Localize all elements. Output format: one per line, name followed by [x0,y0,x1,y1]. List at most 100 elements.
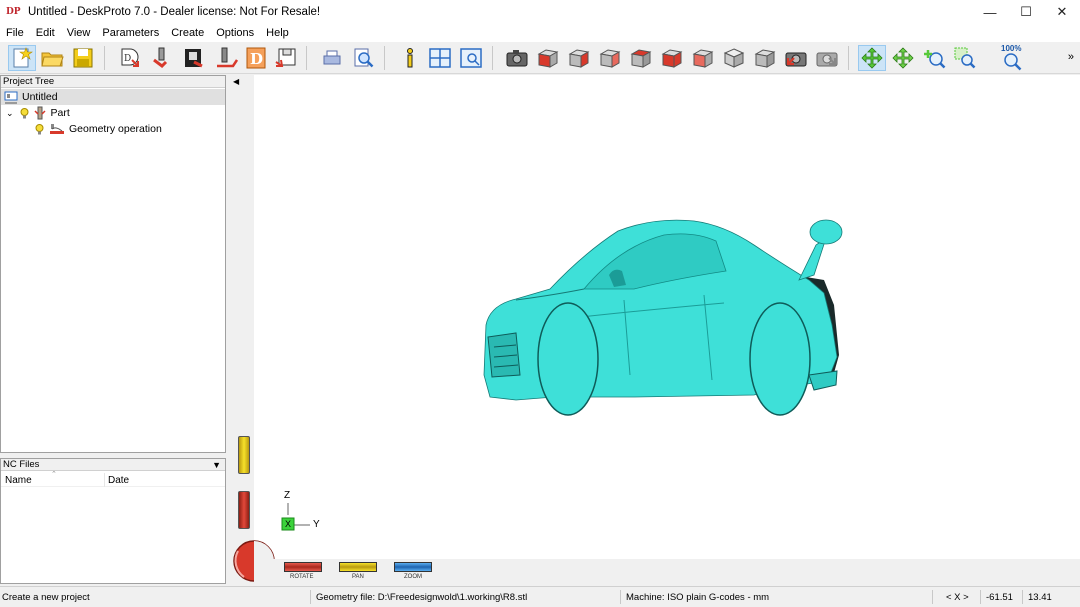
project-tree-panel: Project Tree Untitled ⌄ Part Geometry op… [0,75,226,453]
dropdown-arrow-icon[interactable]: ▼ [212,459,221,471]
nc-files-panel: NC Files ▼ Name ⌃ Date [0,458,226,584]
rotate-slider[interactable] [238,491,250,529]
sort-indicator-icon: ⌃ [51,471,57,478]
menu-options[interactable]: Options [210,24,260,42]
write-nc-icon [275,48,296,67]
nc-files-columns: Name ⌃ Date [1,471,225,487]
title-bar: DP Untitled - DeskProto 7.0 - Dealer lic… [0,0,1080,24]
toolbar: D D 100% » [0,42,1080,74]
zoom-window-button[interactable] [951,45,979,71]
rotate-mode-button[interactable] [858,45,886,71]
save-project-button[interactable] [69,45,97,71]
screenshot-button[interactable] [503,45,531,71]
operation-parameters-icon [217,47,238,68]
toolbar-separator [104,46,105,70]
new-project-button[interactable] [8,45,36,71]
part-parameters-button[interactable] [148,45,176,71]
menu-edit[interactable]: Edit [30,24,61,42]
status-geometry-file: Geometry file: D:\Freedesignwold\1.worki… [316,592,528,603]
split-view-button[interactable] [426,45,454,71]
zoom-fit-icon [1004,53,1022,71]
save-icon [73,48,93,68]
coord-y-value: 13.41 [1028,592,1052,603]
view-back-button[interactable] [565,45,593,71]
car-model[interactable] [254,75,1080,559]
zoom-window-icon [954,47,976,69]
toolbar-overflow-button[interactable]: » [1068,51,1074,63]
view-iso-2-button[interactable] [751,45,779,71]
status-machine: Machine: ISO plain G-codes - mm [626,592,770,603]
single-view-button[interactable] [457,45,485,71]
menu-view[interactable]: View [61,24,97,42]
cube-bottom-icon [661,49,683,68]
expand-chevron-icon[interactable]: ⌄ [6,108,14,119]
view-top-button[interactable] [689,45,717,71]
status-separator [932,590,933,604]
tree-item-part[interactable]: ⌄ Part [1,105,70,121]
simulate-button[interactable]: D [116,45,144,71]
zoom-label: ZOOM [404,574,422,580]
print-preview-button[interactable] [349,45,377,71]
view-bottom-button[interactable] [658,45,686,71]
snapshot-grey-button[interactable] [813,45,841,71]
close-button[interactable]: ✕ [1044,0,1080,24]
status-separator [980,590,981,604]
snapshot-red-button[interactable] [782,45,810,71]
menu-help[interactable]: Help [260,24,295,42]
zoom-icon [924,50,946,69]
pan-control[interactable] [339,562,377,572]
menu-file[interactable]: File [0,24,30,42]
maximize-button[interactable]: ☐ [1008,0,1044,24]
view-right-button[interactable] [627,45,655,71]
print-button[interactable] [318,45,346,71]
tree-operation-label: Geometry operation [69,123,162,135]
create-toolpath-icon: D [246,47,266,69]
tree-item-operation[interactable]: Geometry operation [1,121,162,137]
view-left-button[interactable] [596,45,624,71]
zoom-control[interactable] [394,562,432,572]
menu-parameters[interactable]: Parameters [96,24,165,42]
cube-back-icon [568,49,590,68]
3d-viewport[interactable]: Z X Y [254,75,1080,559]
toolbar-separator [306,46,307,70]
operation-icon [50,124,64,134]
collapse-panel-icon[interactable]: ◀ [233,77,239,86]
pan-slider[interactable] [238,436,250,474]
status-hint: Create a new project [2,592,90,603]
view-front-button[interactable] [534,45,562,71]
column-header-date[interactable]: Date [108,475,129,486]
simulate-icon: D [121,48,139,67]
cube-left-icon [599,49,621,68]
pan-icon [892,47,914,69]
menu-bar: File Edit View Parameters Create Options… [0,24,1080,42]
column-header-name[interactable]: Name [5,475,32,486]
cube-isometric-icon [723,48,745,68]
lightbulb-icon[interactable] [35,123,44,135]
rotate-icon [861,47,883,69]
info-icon [407,48,413,68]
pan-mode-button[interactable] [889,45,917,71]
view-control-bar [254,559,1080,583]
write-nc-button[interactable] [272,45,300,71]
create-toolpath-button[interactable]: D [242,45,270,71]
info-button[interactable] [396,45,424,71]
coord-axis-toggle[interactable]: < X > [946,592,969,603]
tree-item-project[interactable]: Untitled [1,89,225,105]
project-icon [4,91,18,103]
operation-parameters-button[interactable] [212,45,240,71]
menu-create[interactable]: Create [165,24,210,42]
app-logo-icon: DP [6,7,21,17]
column-divider[interactable] [104,473,105,487]
rotate-control[interactable] [284,562,322,572]
view-isometric-button[interactable] [720,45,748,71]
minimize-button[interactable]: — [972,0,1008,24]
lightbulb-icon[interactable] [20,107,29,119]
zoom-mode-button[interactable] [920,45,948,71]
nc-files-header: NC Files ▼ [1,459,225,471]
zoom-100-label: 100% [1001,44,1022,53]
zoom-fit-button[interactable]: 100% [998,44,1026,71]
status-bar: Create a new project Geometry file: D:\F… [0,586,1080,607]
open-project-button[interactable] [38,45,66,71]
machine-parameters-button[interactable] [180,45,208,71]
print-preview-icon [354,48,374,68]
